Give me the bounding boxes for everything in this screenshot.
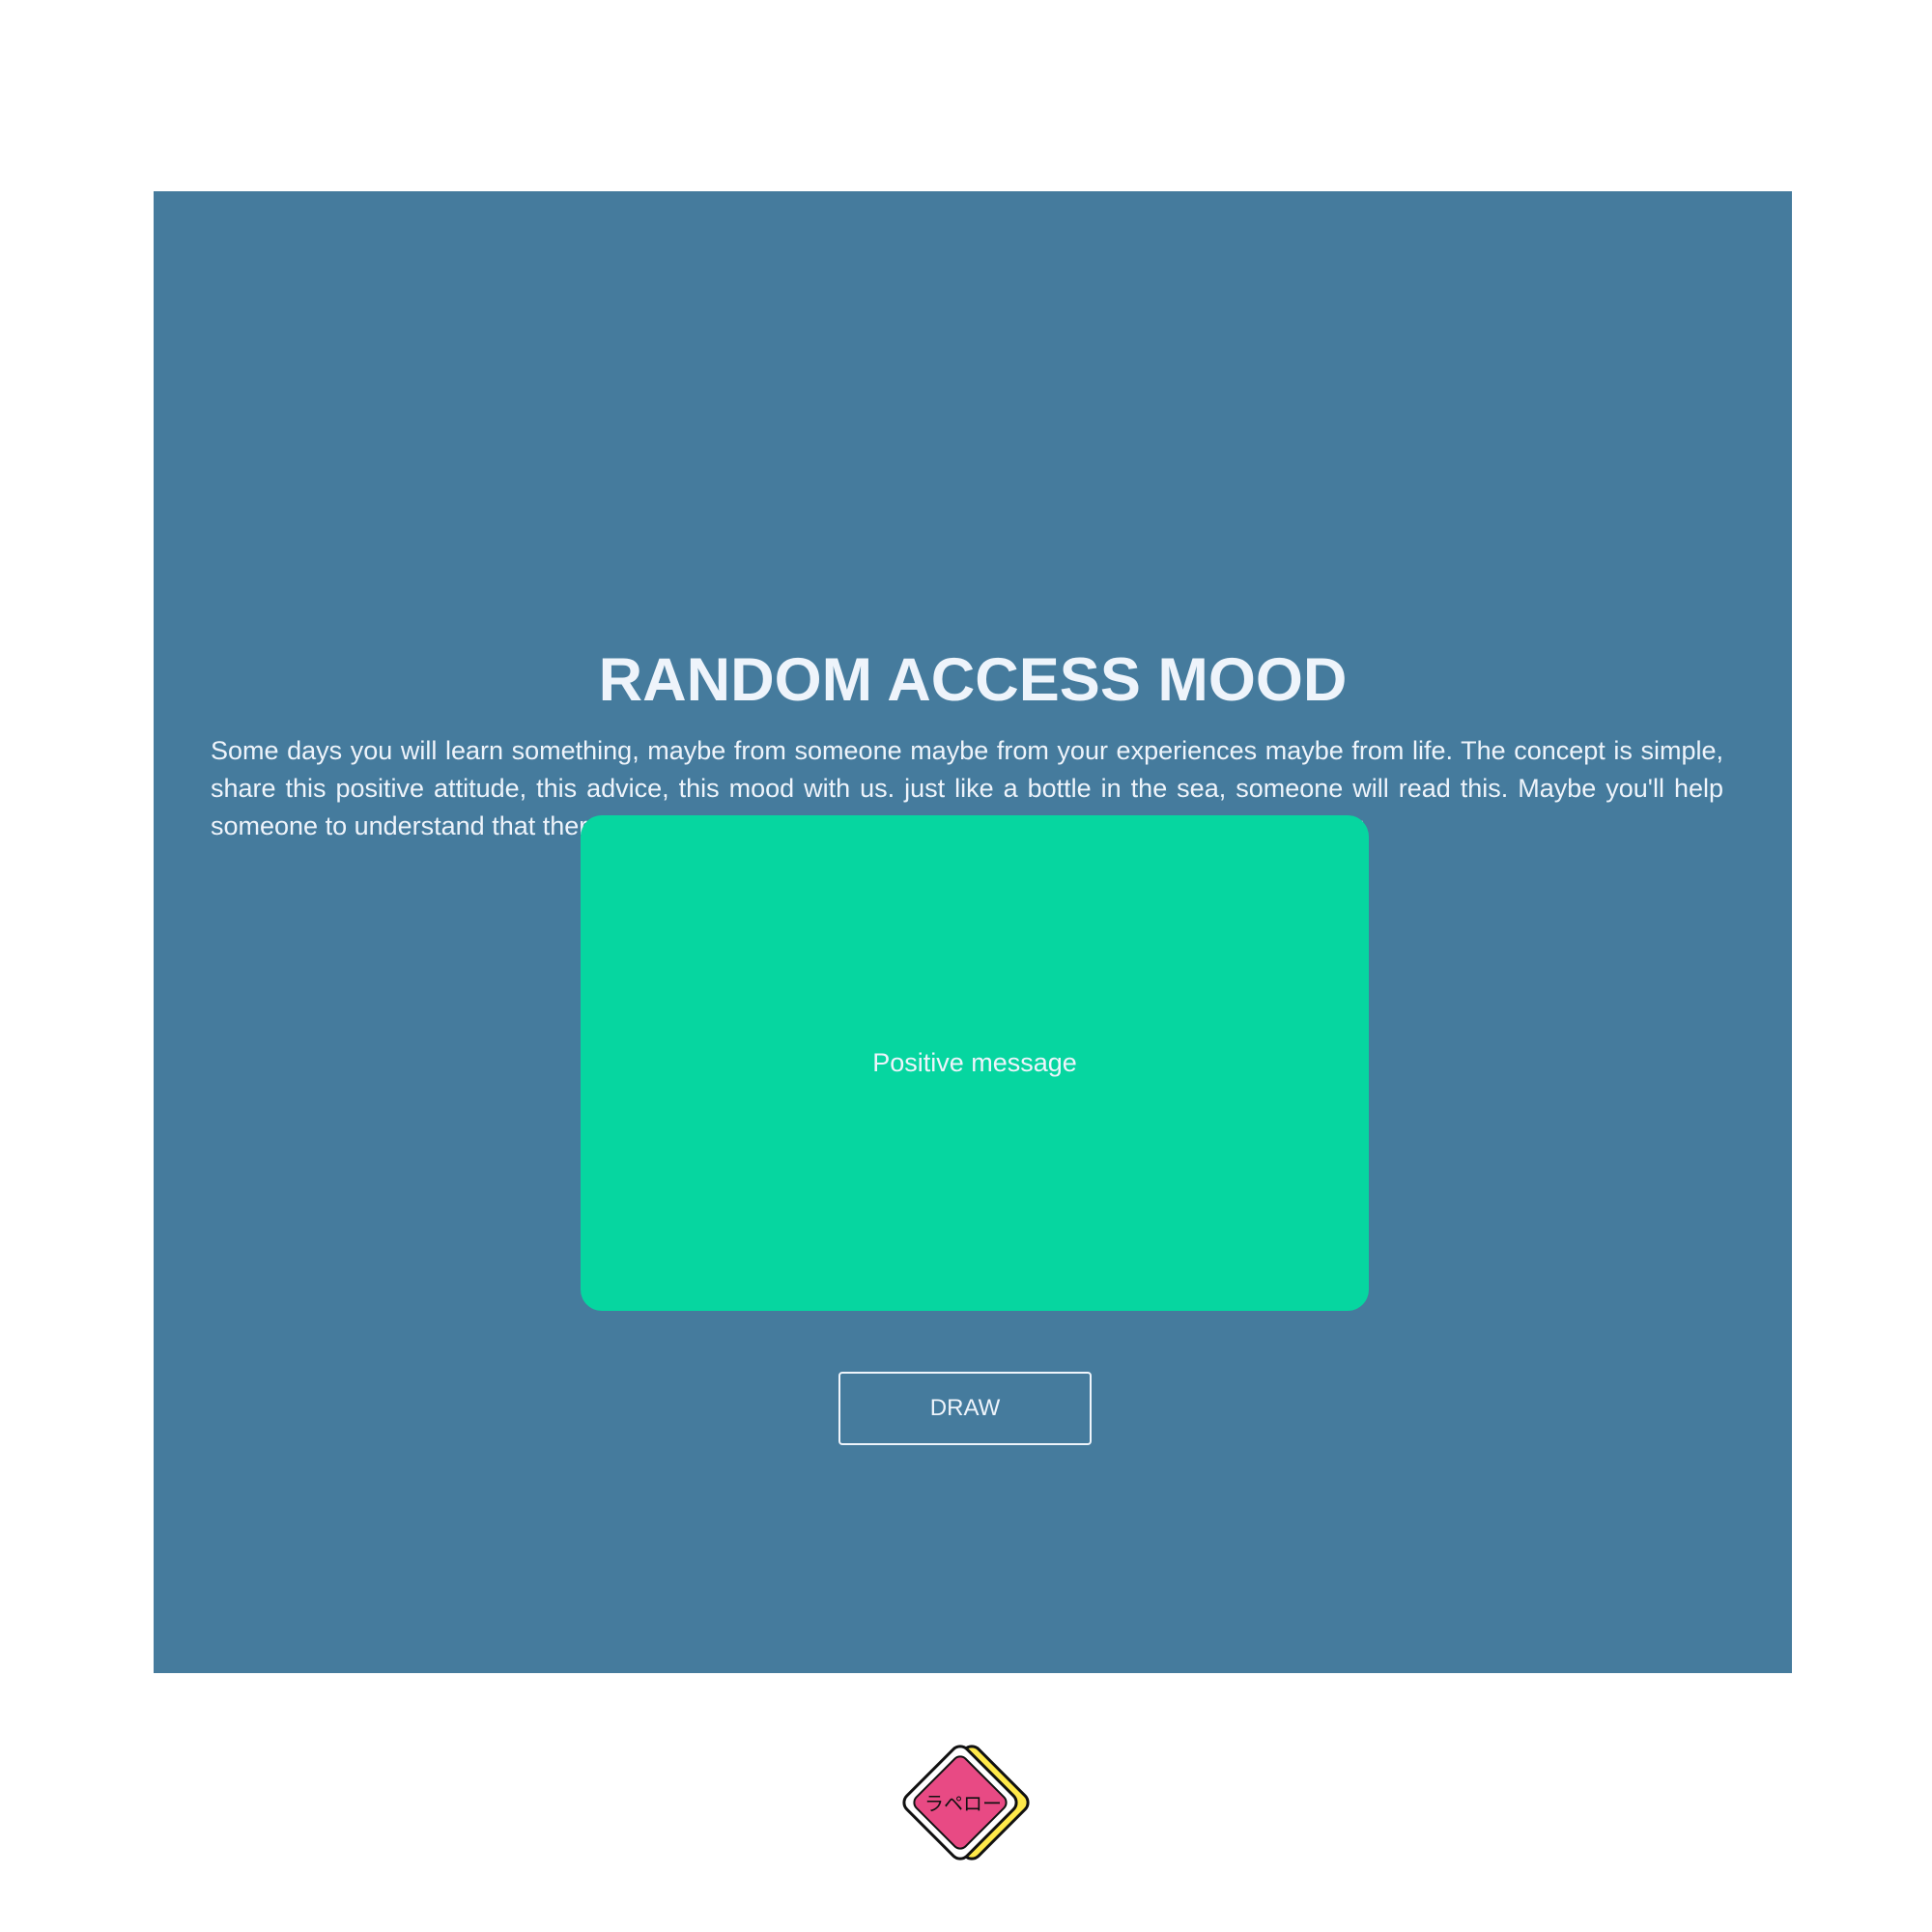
draw-button[interactable]: DRAW — [838, 1372, 1092, 1445]
brand-logo: ラペロー — [902, 1745, 1030, 1861]
main-panel: RANDOM ACCESS MOOD Some days you will le… — [154, 191, 1792, 1673]
mood-card[interactable]: Positive message — [581, 815, 1369, 1311]
logo-text: ラペロー — [924, 1792, 1002, 1815]
card-message: Positive message — [872, 1048, 1077, 1077]
page-title: RANDOM ACCESS MOOD — [598, 646, 1348, 714]
